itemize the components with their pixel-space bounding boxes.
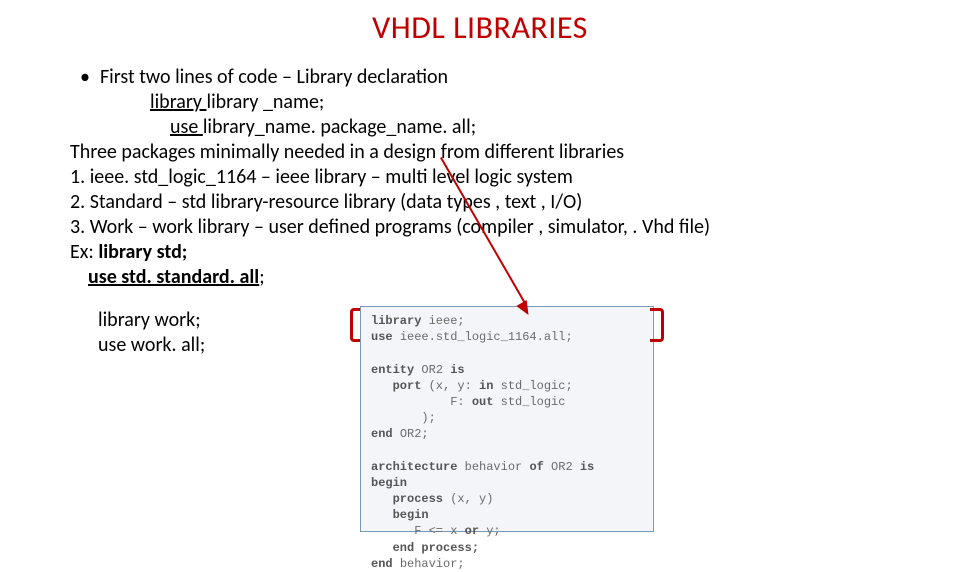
lib-rest: library _name;: [206, 90, 324, 114]
bullet-dot: •: [80, 65, 90, 90]
list-item-3: 3. Work – work library – user defined pr…: [70, 215, 960, 240]
ex-use-std: use std. standard. all: [88, 265, 259, 289]
ex-library-std: library std;: [98, 240, 187, 264]
ex-use-semi: ;: [259, 265, 264, 289]
use-keyword: use: [170, 115, 203, 139]
vhdl-code-snippet: library ieee; use ieee.std_logic_1164.al…: [360, 306, 654, 532]
three-packages-text: Three packages minimally needed in a des…: [70, 140, 960, 165]
bullet-1-text: First two lines of code – Library declar…: [100, 65, 448, 90]
list-item-1: 1. ieee. std_logic_1164 – ieee library –…: [70, 165, 960, 190]
ex-prefix: Ex:: [70, 240, 98, 264]
use-rest: library_name. package_name. all;: [203, 115, 476, 139]
lib-keyword: library: [150, 90, 206, 114]
list-item-2: 2. Standard – std library-resource libra…: [70, 190, 960, 215]
slide-title: VHDL LIBRARIES: [0, 8, 960, 47]
left-bracket-annotation: [350, 308, 360, 342]
right-bracket-annotation: [650, 308, 664, 342]
